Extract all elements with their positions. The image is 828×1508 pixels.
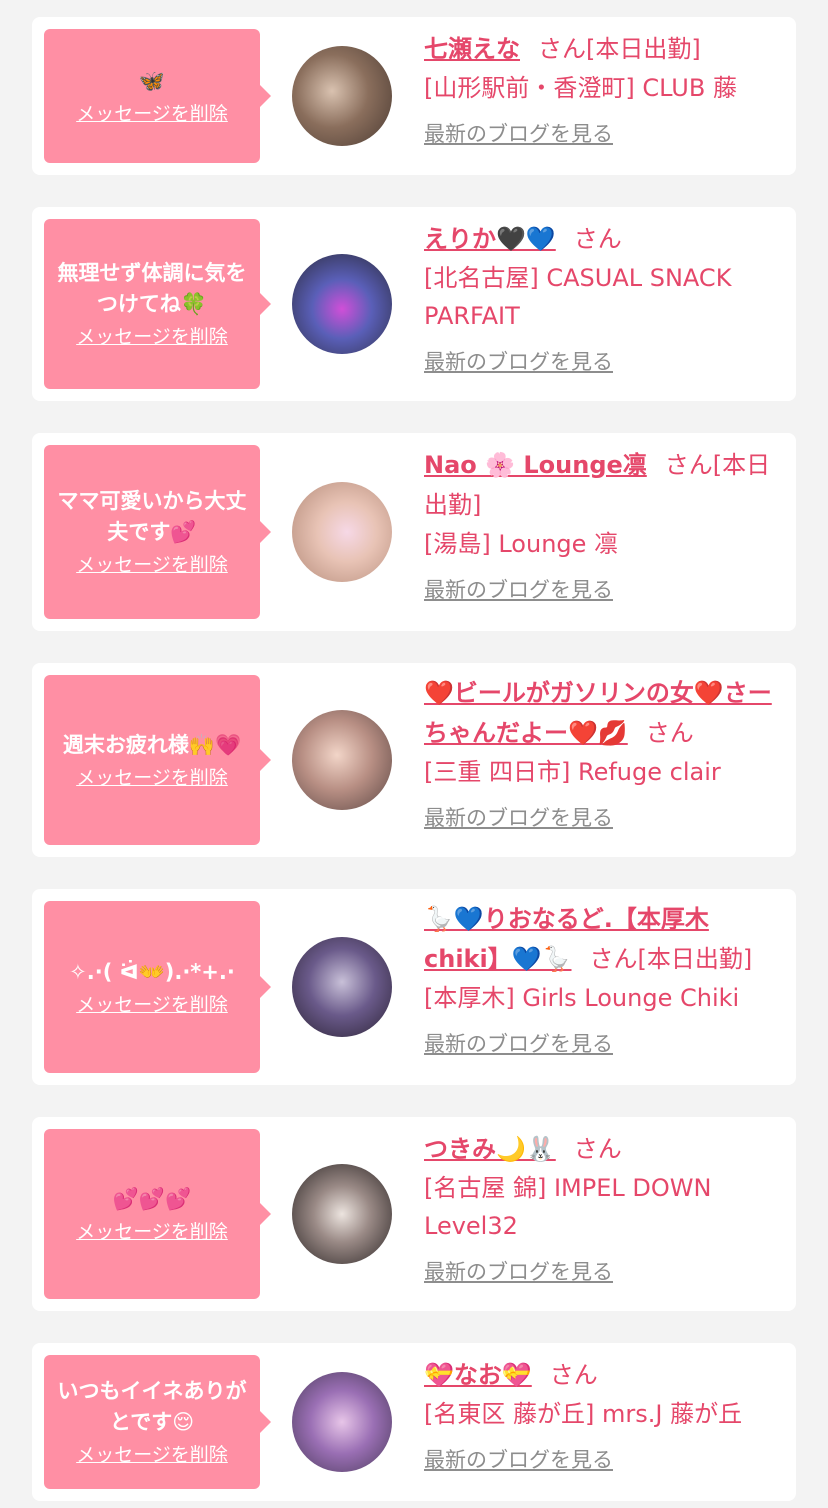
honorific: さん xyxy=(549,1361,598,1389)
avatar[interactable] xyxy=(292,937,392,1037)
message-text: 週末お疲れ様🙌💗 xyxy=(62,732,242,757)
list-item: 💕💕💕 メッセージを削除 つきみ🌙🐰 さん [名古屋 錦] IMPEL DOWN … xyxy=(32,1117,796,1311)
message-text: 🦋 xyxy=(138,68,166,93)
message-text: 💕💕💕 xyxy=(112,1186,192,1211)
shop-name: [湯島] Lounge 凛 xyxy=(424,530,619,558)
blog-link[interactable]: 最新のブログを見る xyxy=(424,119,613,149)
delete-message-link[interactable]: メッセージを削除 xyxy=(76,992,228,1018)
honorific: さん xyxy=(573,1135,622,1163)
delete-message-link[interactable]: メッセージを削除 xyxy=(76,552,228,578)
cast-name-link[interactable]: 七瀬えな xyxy=(424,35,520,63)
status-badge: [本日出勤] xyxy=(586,35,701,63)
delete-message-link[interactable]: メッセージを削除 xyxy=(76,1442,228,1468)
shop-name: [名東区 藤が丘] mrs.J 藤が丘 xyxy=(424,1400,743,1428)
honorific: さん xyxy=(538,35,586,63)
honorific: さん xyxy=(589,945,638,973)
list-item: いつもイイネありがとです😌 メッセージを削除 💝なお💝 さん [名東区 藤が丘] … xyxy=(32,1343,796,1501)
blog-link[interactable]: 最新のブログを見る xyxy=(424,575,613,605)
message-bubble: 💕💕💕 メッセージを削除 xyxy=(44,1129,271,1299)
shop-name: [三重 四日市] Refuge clair xyxy=(424,758,721,786)
message-bubble: ✧.·( ᐛ👐).·*+.· メッセージを削除 xyxy=(44,901,271,1073)
delete-message-link[interactable]: メッセージを削除 xyxy=(76,765,228,791)
message-bubble: いつもイイネありがとです😌 メッセージを削除 xyxy=(44,1355,271,1489)
shop-name: [山形駅前・香澄町] CLUB 藤 xyxy=(424,74,737,102)
message-bubble: 🦋 メッセージを削除 xyxy=(44,29,271,163)
message-bubble: 無理せず体調に気をつけてね🍀 メッセージを削除 xyxy=(44,219,271,389)
blog-link[interactable]: 最新のブログを見る xyxy=(424,803,613,833)
cast-name-link[interactable]: Nao 🌸 Lounge凛 xyxy=(424,451,647,479)
cast-name-link[interactable]: つきみ🌙🐰 xyxy=(424,1135,556,1163)
message-text: ママ可愛いから大丈夫です💕 xyxy=(57,489,247,544)
message-text: ✧.·( ᐛ👐).·*+.· xyxy=(69,959,235,984)
blog-link[interactable]: 最新のブログを見る xyxy=(424,1445,613,1475)
list-item: 週末お疲れ様🙌💗 メッセージを削除 ❤️ビールがガソリンの女❤️さーちゃんだよー… xyxy=(32,663,796,857)
shop-name: [本厚木] Girls Lounge Chiki xyxy=(424,984,740,1012)
delete-message-link[interactable]: メッセージを削除 xyxy=(76,101,228,127)
message-text: 無理せず体調に気をつけてね🍀 xyxy=(57,261,247,316)
honorific: さん xyxy=(645,719,694,747)
blog-link[interactable]: 最新のブログを見る xyxy=(424,347,613,377)
delete-message-link[interactable]: メッセージを削除 xyxy=(76,1219,228,1245)
message-bubble: ママ可愛いから大丈夫です💕 メッセージを削除 xyxy=(44,445,271,619)
cast-name-link[interactable]: 💝なお💝 xyxy=(424,1361,532,1389)
avatar[interactable] xyxy=(292,710,392,810)
status-badge: [本日出勤] xyxy=(637,945,753,973)
list-item: ✧.·( ᐛ👐).·*+.· メッセージを削除 🪿💙りおなるど.【本厚木chik… xyxy=(32,889,796,1085)
avatar[interactable] xyxy=(292,46,392,146)
list-item: ママ可愛いから大丈夫です💕 メッセージを削除 Nao 🌸 Lounge凛 さん[本… xyxy=(32,433,796,631)
avatar[interactable] xyxy=(292,482,392,582)
avatar[interactable] xyxy=(292,254,392,354)
cast-name-link[interactable]: えりか🖤💙 xyxy=(424,225,556,253)
avatar[interactable] xyxy=(292,1372,392,1472)
shop-name: [北名古屋] CASUAL SNACK PARFAIT xyxy=(424,264,732,330)
avatar[interactable] xyxy=(292,1164,392,1264)
message-list: 🦋 メッセージを削除 七瀬えな さん[本日出勤] [山形駅前・香澄町] CLUB … xyxy=(0,0,828,1508)
blog-link[interactable]: 最新のブログを見る xyxy=(424,1257,613,1287)
cast-name-link[interactable]: ❤️ビールがガソリンの女❤️さーちゃんだよー❤️💋 xyxy=(424,679,772,747)
list-item: 無理せず体調に気をつけてね🍀 メッセージを削除 えりか🖤💙 さん [北名古屋] C… xyxy=(32,207,796,401)
shop-name: [名古屋 錦] IMPEL DOWN Level32 xyxy=(424,1174,712,1240)
honorific: さん xyxy=(664,451,713,479)
message-bubble: 週末お疲れ様🙌💗 メッセージを削除 xyxy=(44,675,271,845)
message-text: いつもイイネありがとです😌 xyxy=(57,1379,247,1434)
list-item: 🦋 メッセージを削除 七瀬えな さん[本日出勤] [山形駅前・香澄町] CLUB … xyxy=(32,17,796,175)
honorific: さん xyxy=(573,225,622,253)
delete-message-link[interactable]: メッセージを削除 xyxy=(76,324,228,350)
blog-link[interactable]: 最新のブログを見る xyxy=(424,1029,613,1059)
